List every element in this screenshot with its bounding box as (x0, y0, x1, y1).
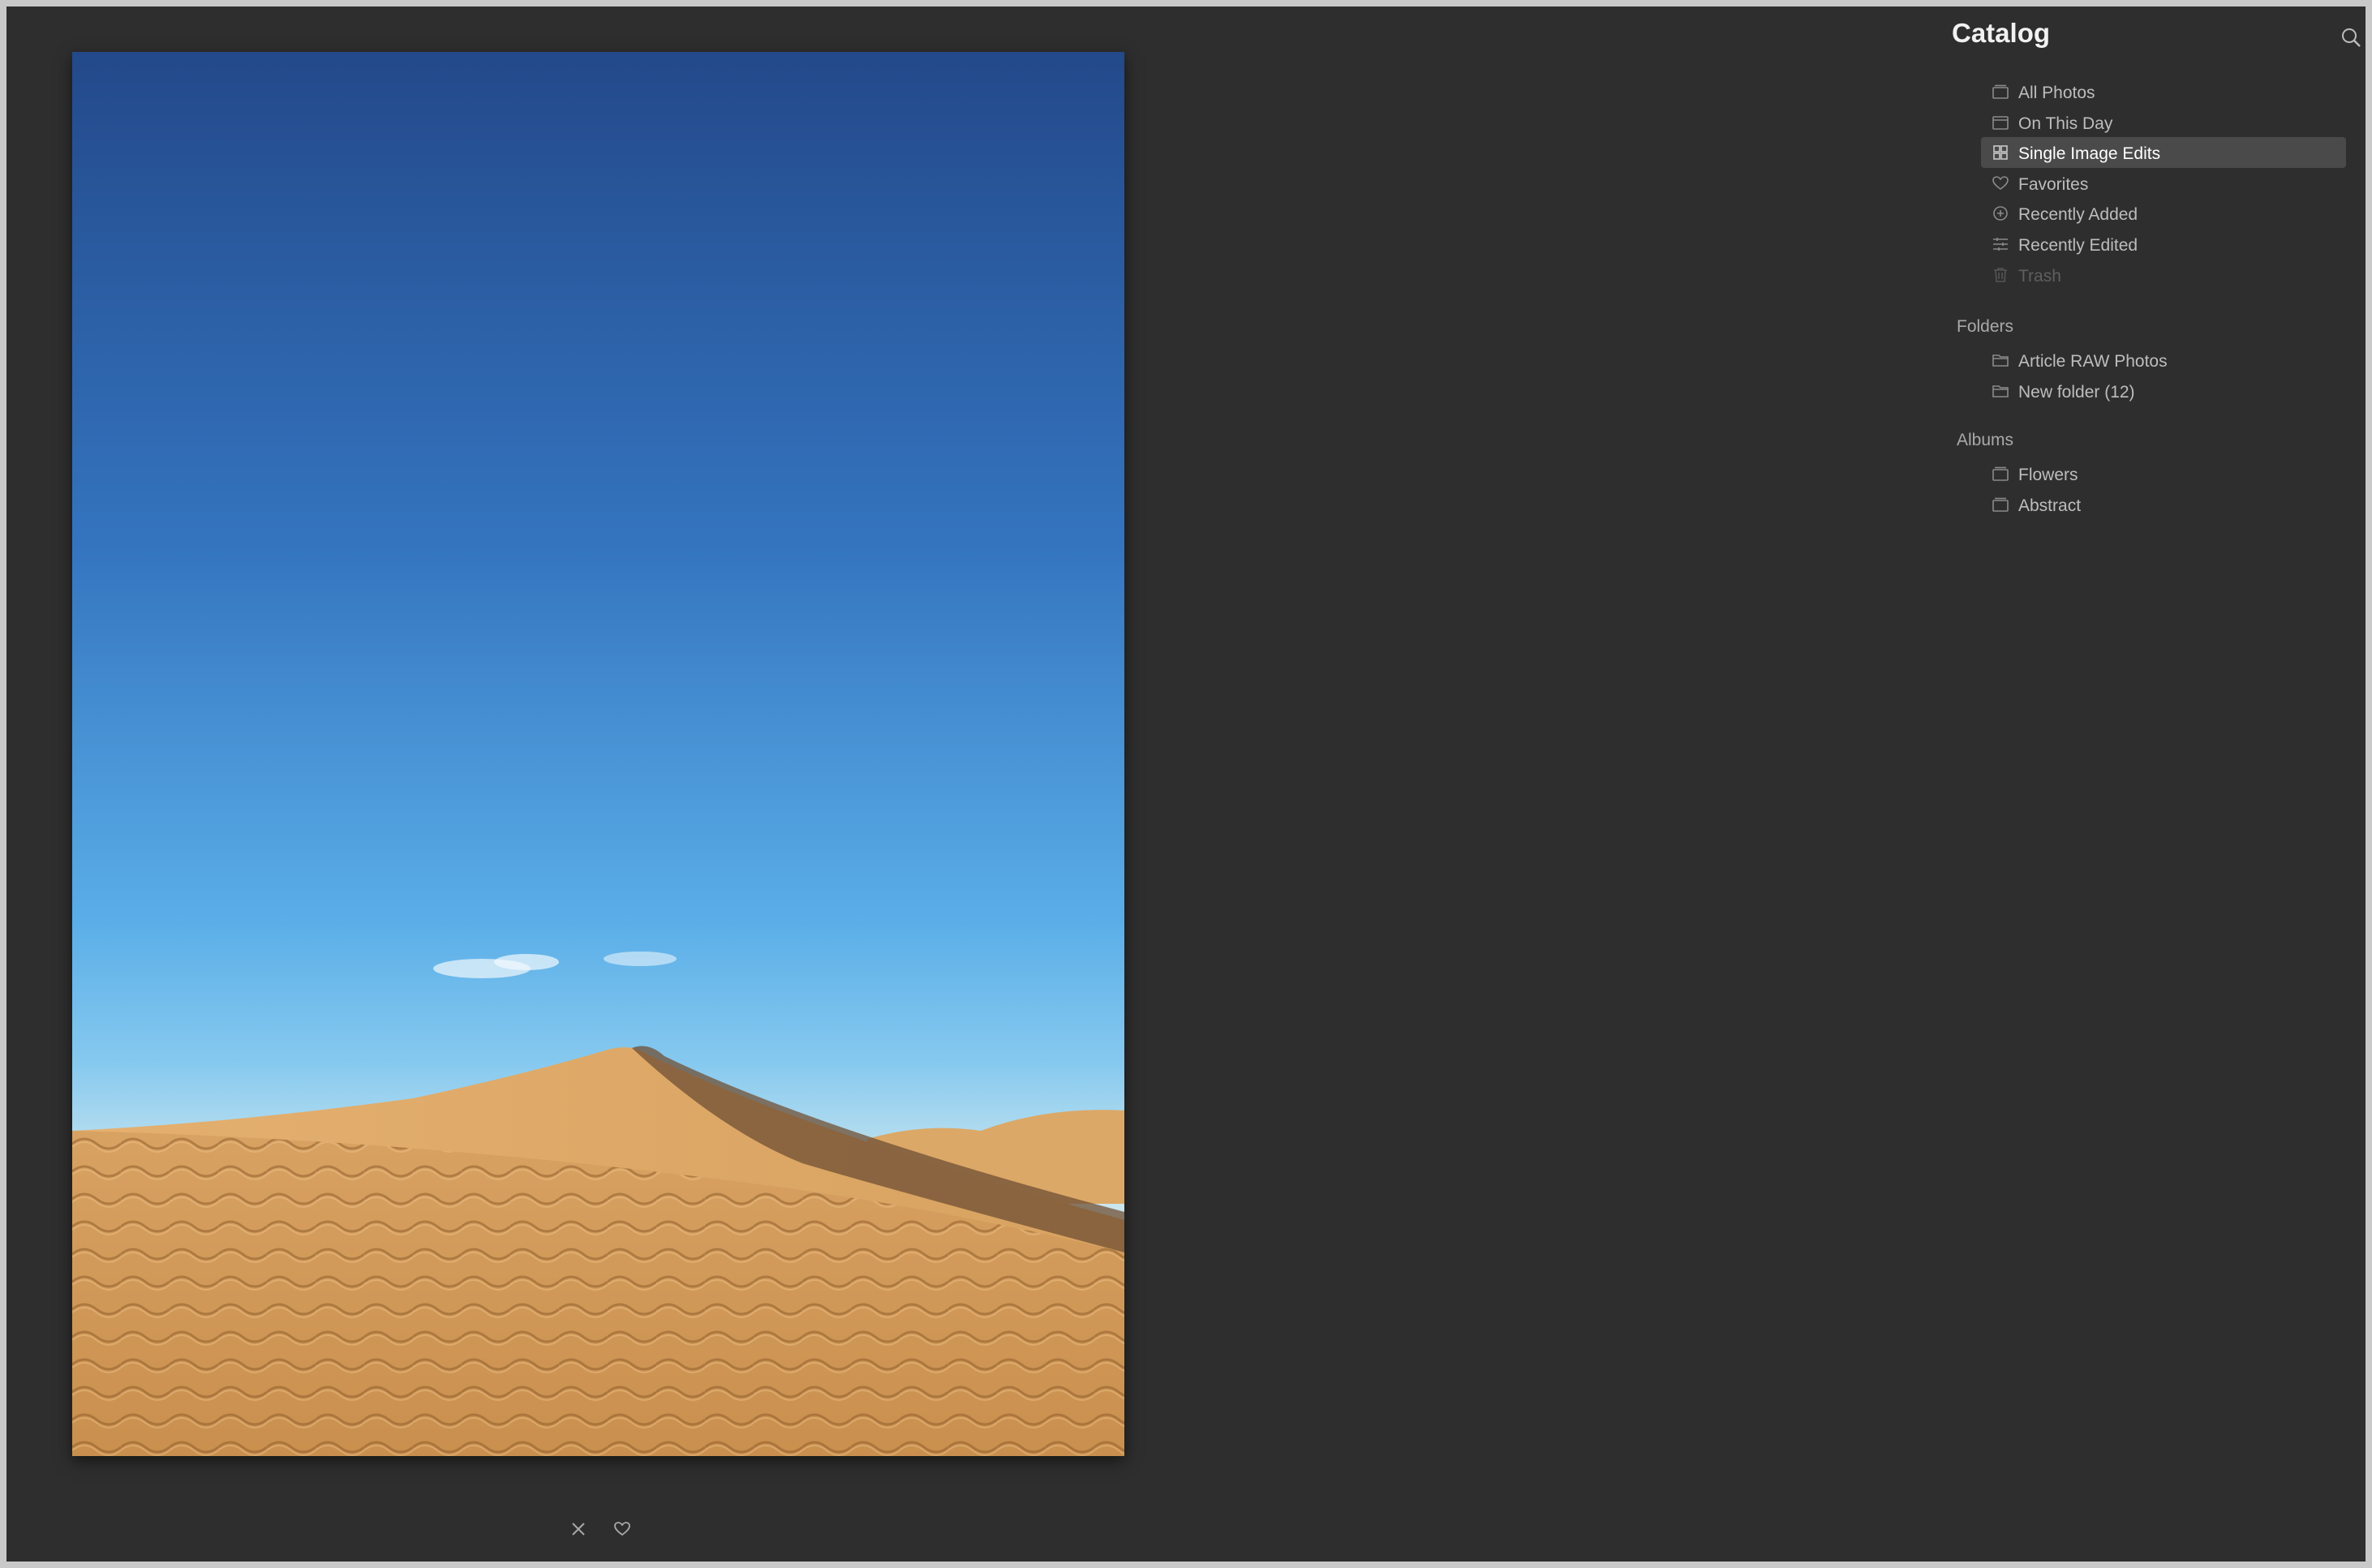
folder-icon (1992, 354, 2009, 367)
catalog-sidebar: Catalog All Photos On This Day Single Im… (1952, 6, 2366, 1562)
sliders-icon (1993, 237, 2008, 251)
reject-button[interactable] (566, 1517, 591, 1541)
catalog-item-label: On This Day (2018, 114, 2113, 133)
folder-item-article-raw-photos[interactable]: Article RAW Photos (1981, 345, 2346, 376)
album-item-abstract[interactable]: Abstract (1981, 489, 2346, 520)
catalog-item-recently-edited[interactable]: Recently Edited (1981, 229, 2346, 260)
folder-icon (1992, 384, 2009, 397)
album-icon (1992, 497, 2009, 512)
desert-dunes-image (72, 52, 1124, 1456)
catalog-item-label: Single Image Edits (2018, 144, 2161, 164)
catalog-item-all-photos[interactable]: All Photos (1981, 76, 2346, 107)
catalog-item-label: Trash (2018, 266, 2061, 286)
catalog-item-label: Favorites (2018, 174, 2089, 194)
album-item-flowers[interactable]: Flowers (1981, 458, 2346, 489)
catalog-list: All Photos On This Day Single Image Edit… (1981, 76, 2346, 290)
folder-item-label: New folder (12) (2018, 382, 2135, 402)
album-item-label: Abstract (2018, 496, 2082, 515)
favorite-button[interactable] (610, 1517, 634, 1541)
plus-circle-icon (1993, 206, 2008, 221)
album-item-label: Flowers (2018, 466, 2078, 484)
calendar-icon (1992, 115, 2009, 130)
folders-list: Article RAW Photos New folder (12) (1981, 345, 2346, 406)
photo-actions (566, 1517, 634, 1541)
catalog-item-trash[interactable]: Trash (1981, 260, 2346, 290)
catalog-item-on-this-day[interactable]: On This Day (1981, 107, 2346, 138)
photo-preview[interactable] (72, 52, 1124, 1456)
catalog-item-favorites[interactable]: Favorites (1981, 168, 2346, 199)
search-icon (2342, 28, 2361, 47)
app-window: Catalog All Photos On This Day Single Im… (6, 6, 2366, 1562)
folders-heading: Folders (1957, 317, 2014, 336)
folder-item-label: Article RAW Photos (2018, 352, 2168, 371)
catalog-title: Catalog (1952, 18, 2051, 48)
catalog-item-recently-added[interactable]: Recently Added (1981, 198, 2346, 229)
photos-stack-icon (1992, 84, 2009, 99)
albums-list: Flowers Abstract (1981, 458, 2346, 519)
catalog-item-label: Recently Edited (2018, 235, 2138, 255)
folder-item-new-folder-12[interactable]: New folder (12) (1981, 376, 2346, 406)
albums-heading: Albums (1957, 431, 2014, 449)
catalog-item-label: All Photos (2018, 84, 2095, 102)
album-icon (1992, 466, 2009, 481)
grid-icon (1993, 145, 2008, 160)
catalog-item-label: Recently Added (2018, 205, 2138, 225)
close-icon (572, 1523, 585, 1536)
trash-icon (1994, 267, 2007, 282)
heart-icon (1992, 175, 2009, 190)
heart-icon (614, 1522, 630, 1536)
catalog-item-single-image-edits[interactable]: Single Image Edits (1981, 137, 2346, 168)
search-button[interactable] (2340, 26, 2364, 50)
